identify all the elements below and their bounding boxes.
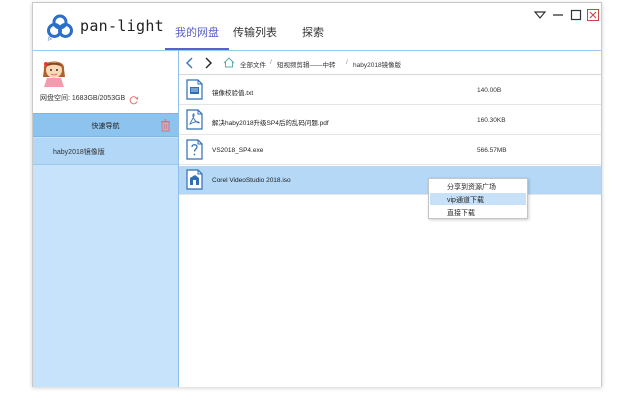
file-browser: 全部文件 / 短视频剪辑——中转 / haby2018镜像版 镜像校验值.txt… bbox=[179, 50, 601, 387]
menu-item-vip-download[interactable]: vip通道下载 bbox=[430, 193, 526, 205]
storage-usage-label: 网盘空间: 1683GB/2053GB bbox=[40, 95, 126, 102]
file-row[interactable]: 镜像校验值.txt 140.00B bbox=[179, 76, 601, 105]
forward-icon[interactable] bbox=[203, 57, 213, 69]
file-row[interactable]: 解决haby2018升级SP4后的乱码问题.pdf 160.30KB bbox=[179, 106, 601, 135]
file-name: VS2018_SP4.exe bbox=[212, 147, 264, 154]
file-row[interactable]: VS2018_SP4.exe 566.57MB bbox=[179, 136, 601, 165]
quick-nav-label: 快速导航 bbox=[91, 123, 120, 130]
avatar[interactable] bbox=[39, 55, 69, 87]
file-size: 160.30KB bbox=[477, 117, 506, 124]
breadcrumb-folder[interactable]: 短视频剪辑——中转 bbox=[277, 59, 336, 69]
back-icon[interactable] bbox=[185, 57, 195, 69]
menu-item-label: 分享到资源广场 bbox=[447, 184, 496, 191]
file-size: 566.57MB bbox=[477, 147, 507, 154]
unknown-file-icon bbox=[186, 139, 203, 160]
disc-file-icon bbox=[186, 169, 203, 190]
app-window: JS pan-light 我的网盘 传输列表 探索 网盘空间: 1683GB/2… bbox=[32, 2, 602, 387]
context-menu: 分享到资源广场 vip通道下载 直接下载 bbox=[428, 178, 528, 219]
file-name: 解决haby2018升级SP4后的乱码问题.pdf bbox=[212, 120, 329, 127]
profile-panel: 网盘空间: 1683GB/2053GB bbox=[33, 51, 178, 113]
breadcrumb-separator: / bbox=[346, 59, 348, 66]
file-row-selected[interactable]: Corel VideoStudio 2018.iso bbox=[179, 166, 601, 195]
file-name: 镜像校验值.txt bbox=[212, 90, 254, 97]
close-icon[interactable] bbox=[586, 8, 600, 21]
menu-item-label: 直接下载 bbox=[447, 210, 475, 217]
file-name: Corel VideoStudio 2018.iso bbox=[212, 177, 291, 184]
menu-item-share[interactable]: 分享到资源广场 bbox=[430, 180, 526, 192]
minimize-icon[interactable] bbox=[551, 8, 565, 20]
trash-icon[interactable] bbox=[160, 119, 171, 132]
menu-item-direct-download[interactable]: 直接下载 bbox=[430, 206, 526, 218]
file-size: 140.00B bbox=[477, 87, 502, 94]
chevron-down-icon[interactable] bbox=[533, 8, 547, 20]
home-icon[interactable] bbox=[223, 57, 235, 68]
cloud-logo-icon: JS bbox=[46, 13, 74, 41]
breadcrumb-all-files[interactable]: 全部文件 bbox=[240, 59, 266, 69]
svg-text:JS: JS bbox=[47, 36, 52, 41]
maximize-icon[interactable] bbox=[569, 8, 583, 21]
tab-my-disk[interactable]: 我的网盘 bbox=[165, 24, 229, 50]
app-name: pan-light bbox=[80, 17, 164, 35]
menu-item-label: vip通道下载 bbox=[447, 197, 484, 204]
tab-explore[interactable]: 探索 bbox=[302, 24, 324, 50]
sidebar-item-label: haby2018镜像版 bbox=[53, 149, 105, 156]
refresh-icon[interactable] bbox=[129, 95, 139, 105]
pdf-file-icon bbox=[186, 109, 203, 130]
sidebar-item-haby2018[interactable]: haby2018镜像版 bbox=[33, 138, 178, 165]
path-bar: 全部文件 / 短视频剪辑——中转 / haby2018镜像版 bbox=[179, 51, 601, 75]
breadcrumb-current[interactable]: haby2018镜像版 bbox=[353, 59, 401, 69]
tab-transfer-list[interactable]: 传输列表 bbox=[233, 24, 277, 50]
quick-nav-header: 快速导航 bbox=[33, 113, 178, 137]
title-bar: JS pan-light 我的网盘 传输列表 探索 bbox=[33, 3, 601, 50]
sidebar: 网盘空间: 1683GB/2053GB 快速导航 haby2018镜像版 bbox=[33, 50, 179, 387]
breadcrumb-separator: / bbox=[270, 59, 272, 66]
text-file-icon bbox=[186, 79, 203, 100]
